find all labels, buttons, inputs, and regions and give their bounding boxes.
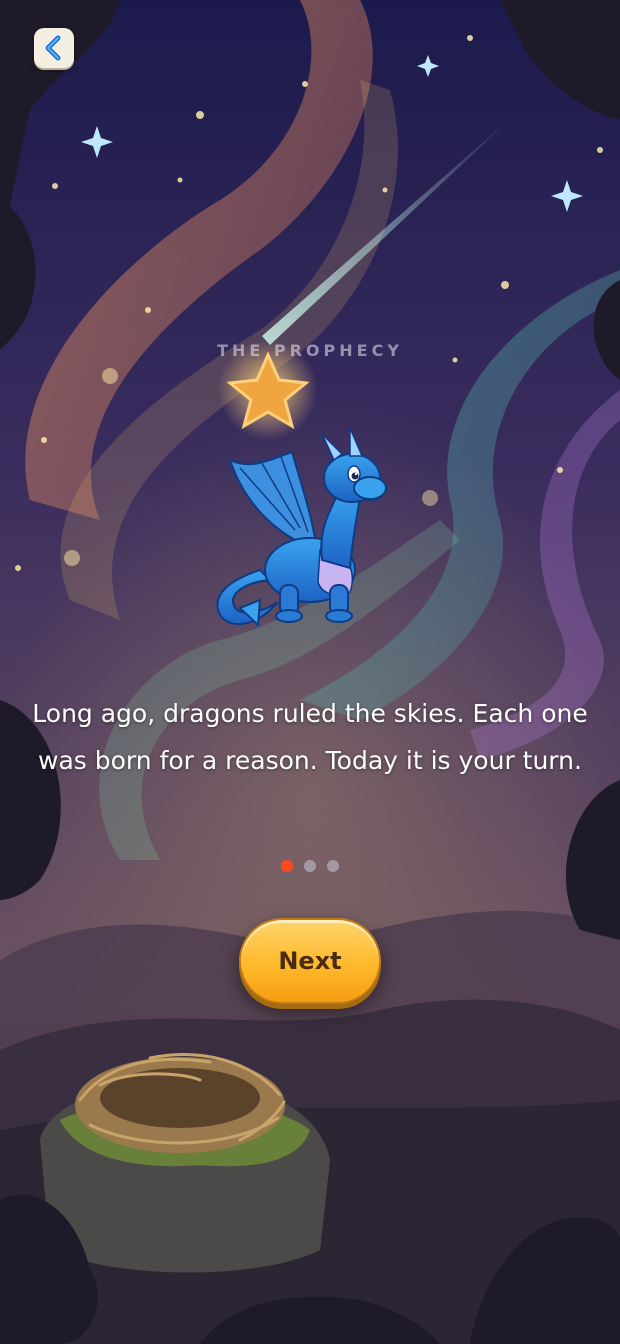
night-sky-background xyxy=(0,0,620,1344)
page-dot-1[interactable] xyxy=(281,860,293,872)
page-dot-2[interactable] xyxy=(304,860,316,872)
next-button-label: Next xyxy=(278,947,342,975)
onboarding-screen: THE PROPHECY Long ago, dragons ruled the… xyxy=(0,0,620,1344)
page-dot-3[interactable] xyxy=(327,860,339,872)
page-indicator xyxy=(0,860,620,874)
story-text: Long ago, dragons ruled the skies. Each … xyxy=(32,699,588,775)
back-button[interactable] xyxy=(34,28,74,68)
chevron-left-icon xyxy=(39,33,69,63)
next-button[interactable]: Next xyxy=(239,918,381,1004)
chapter-title: THE PROPHECY xyxy=(217,341,403,360)
blue-dragon-image xyxy=(216,427,387,628)
